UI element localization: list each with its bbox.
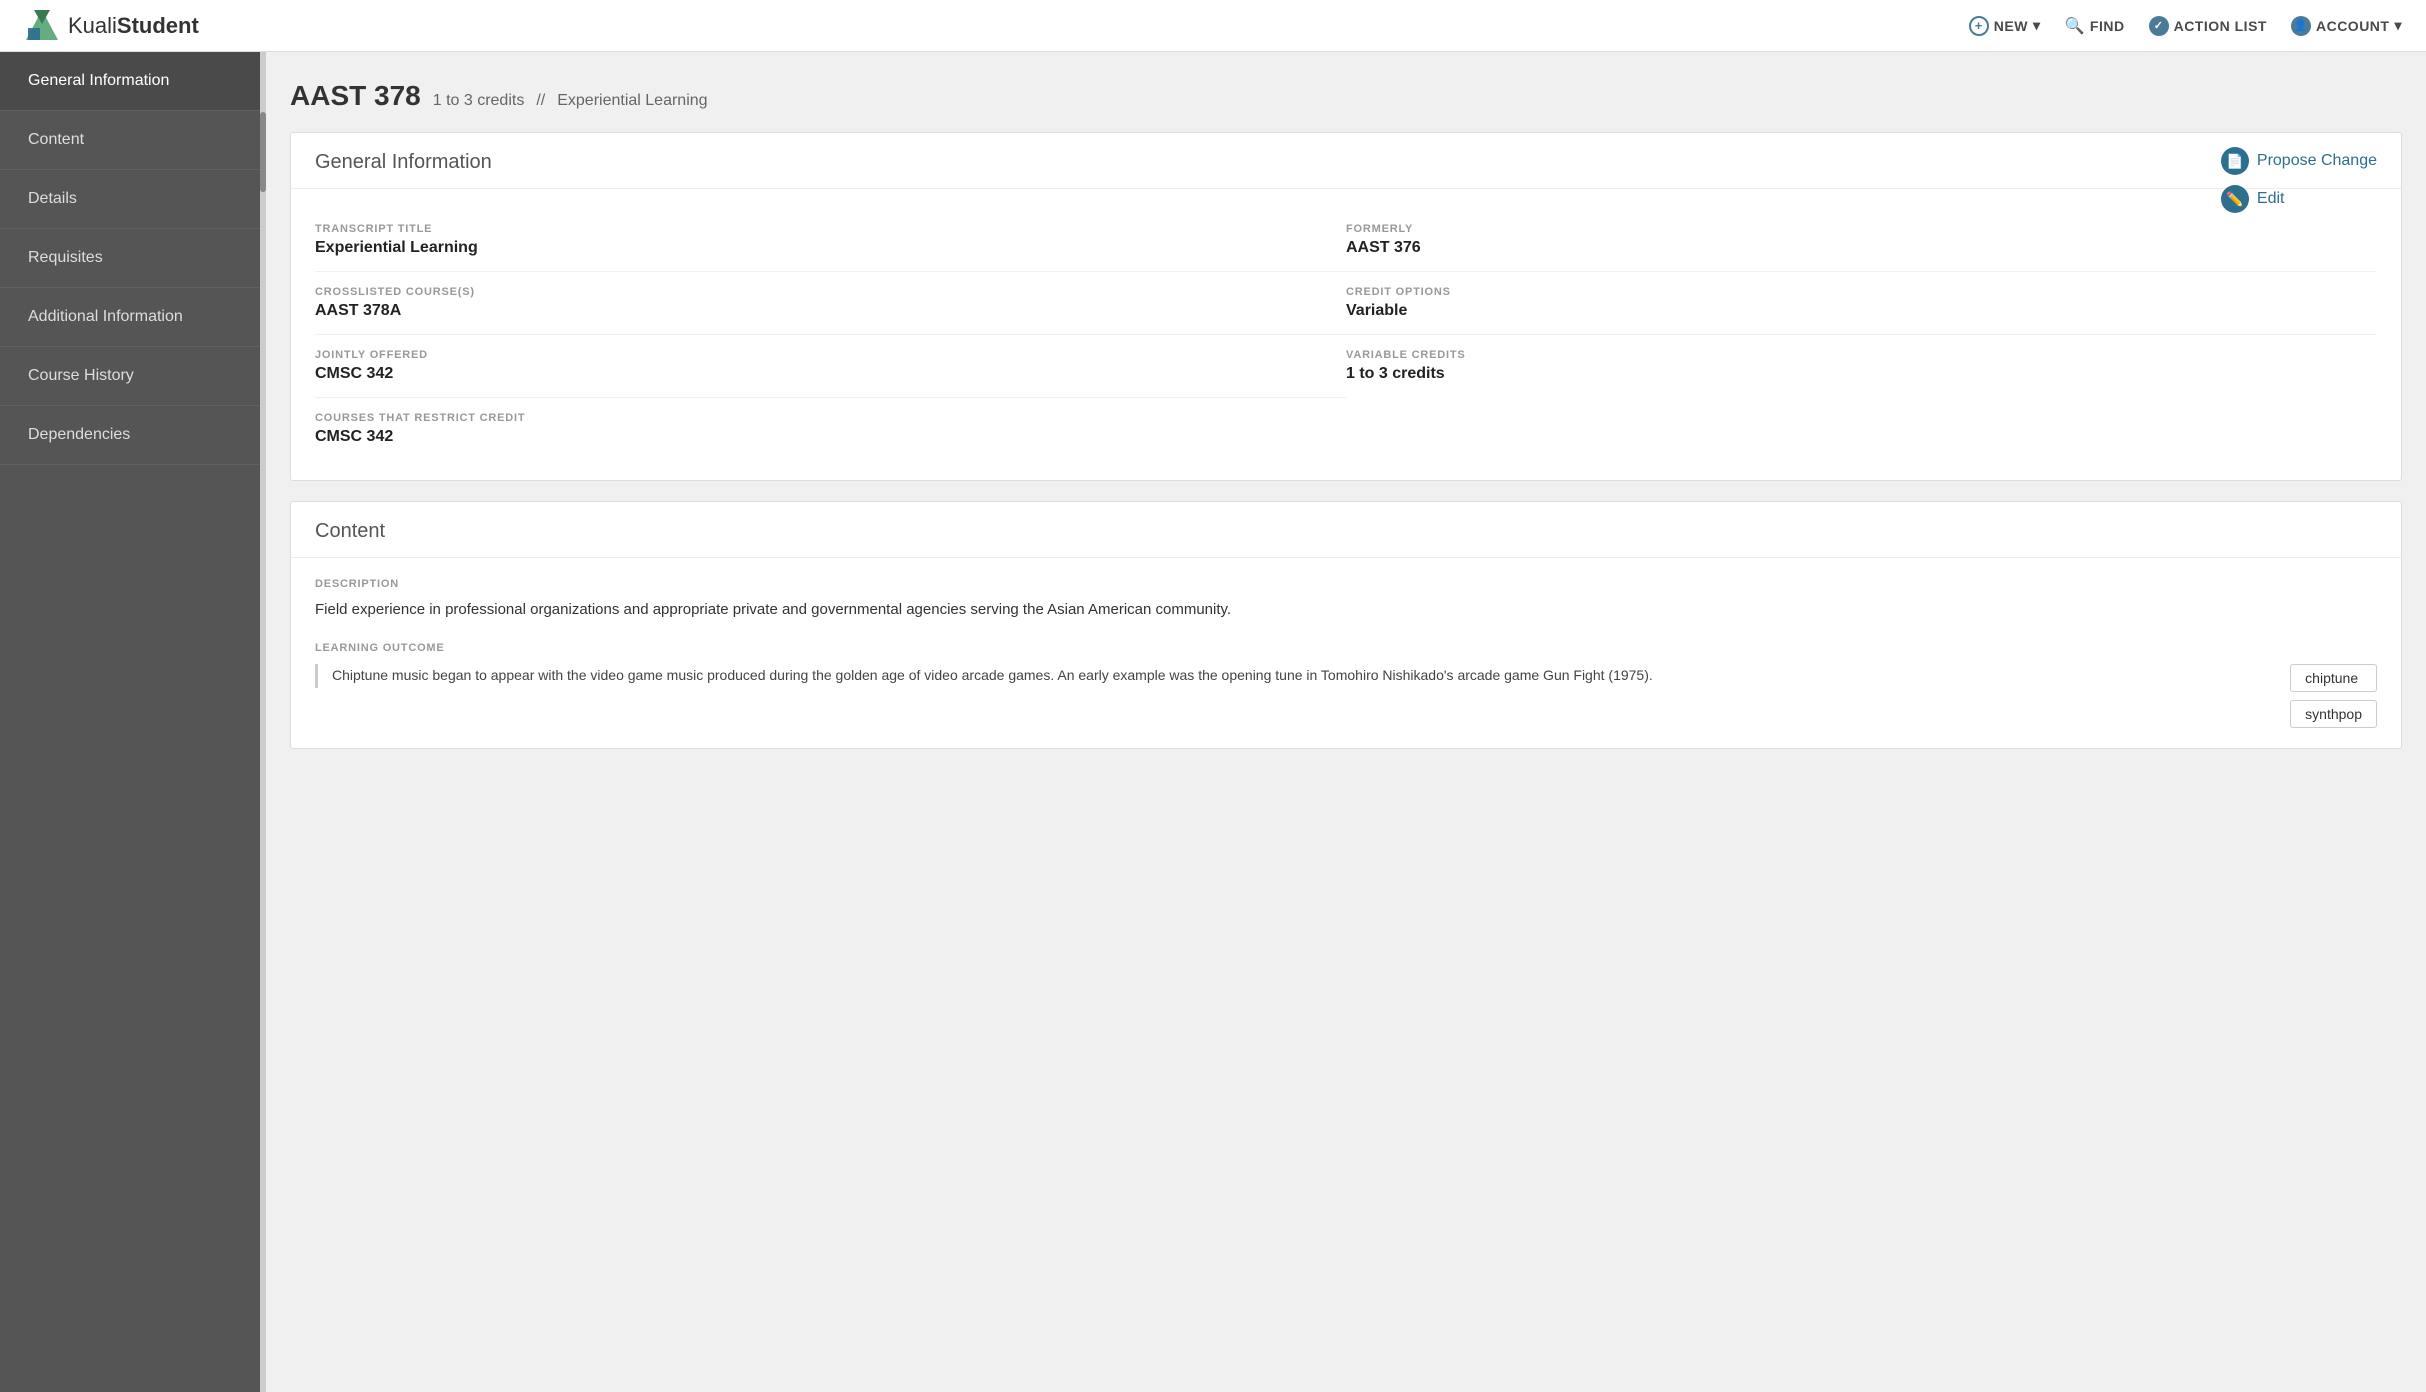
page-wrapper: General Information Content Details Requ… [0, 52, 2426, 1392]
sidebar-item-dependencies[interactable]: Dependencies [0, 406, 260, 465]
checkmark-icon: ✓ [2149, 16, 2169, 36]
action-list-button[interactable]: ✓ ACTION LIST [2149, 16, 2267, 36]
description-label: DESCRIPTION [315, 578, 2377, 590]
account-label: ACCOUNT [2316, 18, 2390, 34]
search-icon: 🔍 [2064, 16, 2084, 36]
field-crosslisted: CROSSLISTED COURSE(S) AAST 378A [315, 272, 1346, 335]
learning-outcome-label: LEARNING OUTCOME [315, 642, 2377, 654]
sidebar-item-additional-information[interactable]: Additional Information [0, 288, 260, 347]
restrict-credit-label: COURSES THAT RESTRICT CREDIT [315, 412, 2377, 424]
scroll-thumb [260, 112, 266, 192]
find-button[interactable]: 🔍 FIND [2064, 16, 2124, 36]
main-content: AAST 378 1 to 3 credits // Experiential … [266, 52, 2426, 1392]
credit-options-value: Variable [1346, 302, 2377, 320]
scrollbar[interactable] [260, 52, 266, 1392]
page-title-row: AAST 378 1 to 3 credits // Experiential … [290, 80, 2402, 112]
right-actions: 📄 Propose Change ✏️ Edit [2221, 147, 2377, 213]
formerly-label: FORMERLY [1346, 223, 2377, 235]
logo-bold: Student [117, 13, 199, 38]
propose-change-button[interactable]: 📄 Propose Change [2221, 147, 2377, 175]
tag-synthpop[interactable]: synthpop [2290, 700, 2377, 728]
propose-change-label: Propose Change [2257, 152, 2377, 170]
variable-credits-value: 1 to 3 credits [1346, 365, 2377, 383]
field-grid: TRANSCRIPT TITLE Experiential Learning F… [315, 209, 2377, 460]
sidebar-item-content[interactable]: Content [0, 111, 260, 170]
account-button[interactable]: 👤 ACCOUNT ▾ [2291, 16, 2402, 36]
tag-chiptune[interactable]: chiptune [2290, 664, 2377, 692]
content-title: Content [291, 502, 2401, 558]
formerly-value: AAST 376 [1346, 239, 2377, 257]
find-label: FIND [2090, 18, 2125, 34]
content-card: Content DESCRIPTION Field experience in … [290, 501, 2402, 749]
edit-button[interactable]: ✏️ Edit [2221, 185, 2377, 213]
content-body: DESCRIPTION Field experience in professi… [291, 558, 2401, 748]
app-logo[interactable]: KualiStudent [24, 8, 199, 44]
course-type: Experiential Learning [557, 92, 707, 110]
new-button[interactable]: + NEW ▾ [1969, 16, 2041, 36]
general-information-card: General Information 📄 Propose Change ✏️ … [290, 132, 2402, 481]
outcome-text: Chiptune music began to appear with the … [315, 664, 2270, 688]
jointly-offered-label: JOINTLY OFFERED [315, 349, 1346, 361]
general-information-title: General Information [291, 133, 2401, 189]
crosslisted-label: CROSSLISTED COURSE(S) [315, 286, 1346, 298]
sidebar-item-details[interactable]: Details [0, 170, 260, 229]
edit-label: Edit [2257, 190, 2285, 208]
field-jointly-offered: JOINTLY OFFERED CMSC 342 [315, 335, 1346, 398]
edit-icon: ✏️ [2221, 185, 2249, 213]
sidebar: General Information Content Details Requ… [0, 52, 260, 1392]
outcome-row: Chiptune music began to appear with the … [315, 664, 2377, 728]
action-list-label: ACTION LIST [2174, 18, 2267, 34]
page-header: AAST 378 1 to 3 credits // Experiential … [290, 80, 2402, 112]
user-icon: 👤 [2291, 16, 2311, 36]
new-label: NEW [1994, 18, 2028, 34]
description-text: Field experience in professional organiz… [315, 598, 2377, 622]
tag-group: chiptune synthpop [2290, 664, 2377, 728]
variable-credits-label: VARIABLE CREDITS [1346, 349, 2377, 361]
restrict-credit-value: CMSC 342 [315, 428, 2377, 446]
sidebar-wrapper: General Information Content Details Requ… [0, 52, 266, 1392]
course-code: AAST 378 [290, 80, 421, 112]
sidebar-item-general-information[interactable]: General Information [0, 52, 260, 111]
course-credits: 1 to 3 credits [433, 92, 525, 110]
field-formerly: FORMERLY AAST 376 [1346, 209, 2377, 272]
credit-options-label: CREDIT OPTIONS [1346, 286, 2377, 298]
field-restrict-credit: COURSES THAT RESTRICT CREDIT CMSC 342 [315, 398, 2377, 460]
field-transcript-title: TRANSCRIPT TITLE Experiential Learning [315, 209, 1346, 272]
transcript-title-label: TRANSCRIPT TITLE [315, 223, 1346, 235]
top-navigation: KualiStudent + NEW ▾ 🔍 FIND ✓ ACTION LIS… [0, 0, 2426, 52]
jointly-offered-value: CMSC 342 [315, 365, 1346, 383]
logo-prefix: Kuali [68, 13, 117, 38]
sidebar-item-requisites[interactable]: Requisites [0, 229, 260, 288]
logo-icon [24, 8, 60, 44]
general-information-body: TRANSCRIPT TITLE Experiential Learning F… [291, 189, 2401, 480]
course-separator: // [536, 92, 545, 110]
field-credit-options: CREDIT OPTIONS Variable [1346, 272, 2377, 335]
sidebar-item-course-history[interactable]: Course History [0, 347, 260, 406]
field-variable-credits: VARIABLE CREDITS 1 to 3 credits [1346, 335, 2377, 398]
propose-change-icon: 📄 [2221, 147, 2249, 175]
account-chevron: ▾ [2394, 17, 2402, 34]
crosslisted-value: AAST 378A [315, 302, 1346, 320]
new-icon: + [1969, 16, 1989, 36]
new-chevron: ▾ [2033, 17, 2041, 34]
transcript-title-value: Experiential Learning [315, 239, 1346, 257]
topnav-right: + NEW ▾ 🔍 FIND ✓ ACTION LIST 👤 ACCOUNT ▾ [1969, 16, 2402, 36]
